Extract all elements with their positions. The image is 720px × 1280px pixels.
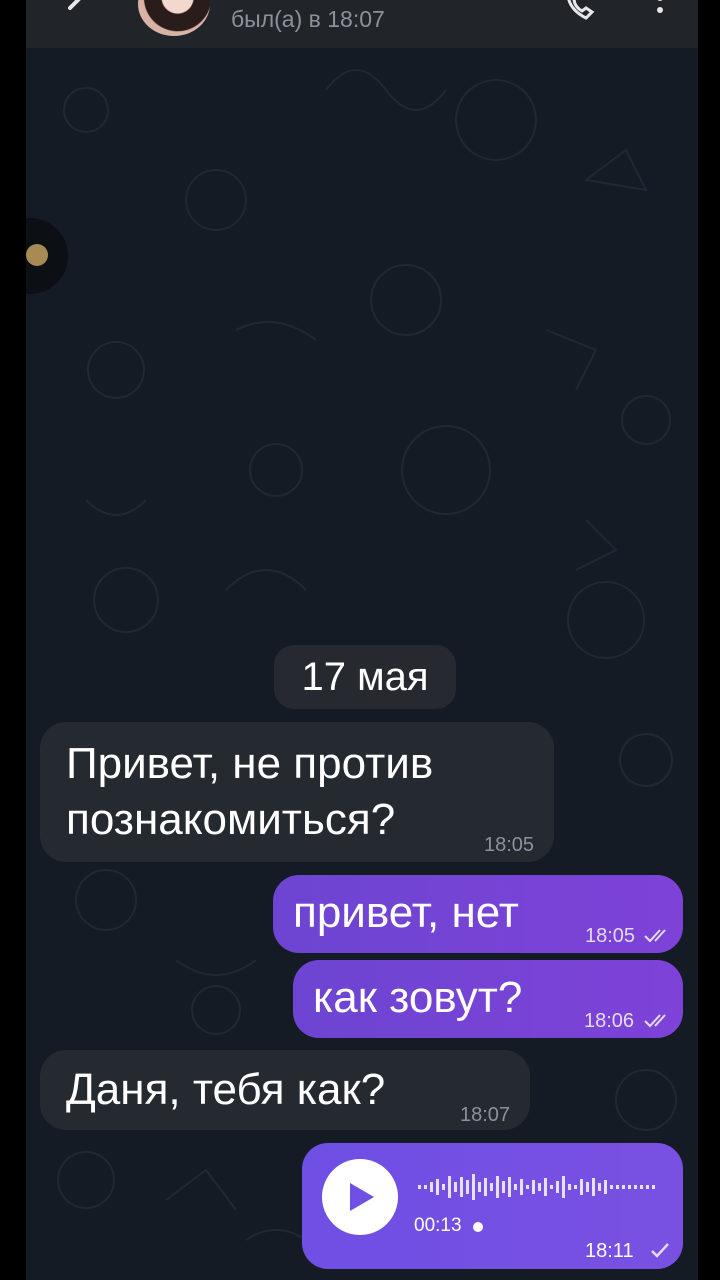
double-check-icon [644,1014,666,1028]
back-arrow-icon[interactable] [56,0,96,28]
chat-header: был(а) в 18:07 [26,0,698,48]
play-icon [350,1183,374,1211]
voice-waveform[interactable] [418,1173,662,1201]
unplayed-indicator [473,1222,483,1232]
message-text: Привет, не против познакомиться? [66,739,434,844]
last-seen-status: был(а) в 18:07 [231,6,385,32]
date-separator: 17 мая [274,645,456,709]
message-time: 18:05 [585,925,636,947]
message-time: 18:11 [585,1240,634,1262]
message-time: 18:05 [484,834,535,856]
double-check-icon [644,929,666,943]
voice-message-bubble[interactable]: 00:13 18:11 [302,1143,683,1269]
message-text: Даня, тебя как? [66,1065,386,1114]
chat-screen: был(а) в 18:07 17 мая Привет, не против … [26,0,698,1280]
more-vertical-icon[interactable] [652,0,668,20]
message-time: 18:07 [460,1104,511,1126]
message-bubble-outgoing[interactable]: привет, нет 18:05 [273,875,683,953]
voice-duration: 00:13 [414,1215,462,1236]
play-button[interactable] [322,1159,398,1235]
message-bubble-incoming[interactable]: Привет, не против познакомиться? 18:05 [40,722,554,862]
message-text: привет, нет [293,888,519,937]
floating-button-icon [26,244,48,266]
message-text: как зовут? [313,973,523,1022]
message-time: 18:06 [584,1010,635,1032]
avatar[interactable] [138,0,210,36]
message-bubble-outgoing[interactable]: как зовут? 18:06 [293,960,683,1038]
phone-icon[interactable] [564,0,598,22]
check-icon [651,1243,669,1258]
message-bubble-incoming[interactable]: Даня, тебя как? 18:07 [40,1050,530,1130]
